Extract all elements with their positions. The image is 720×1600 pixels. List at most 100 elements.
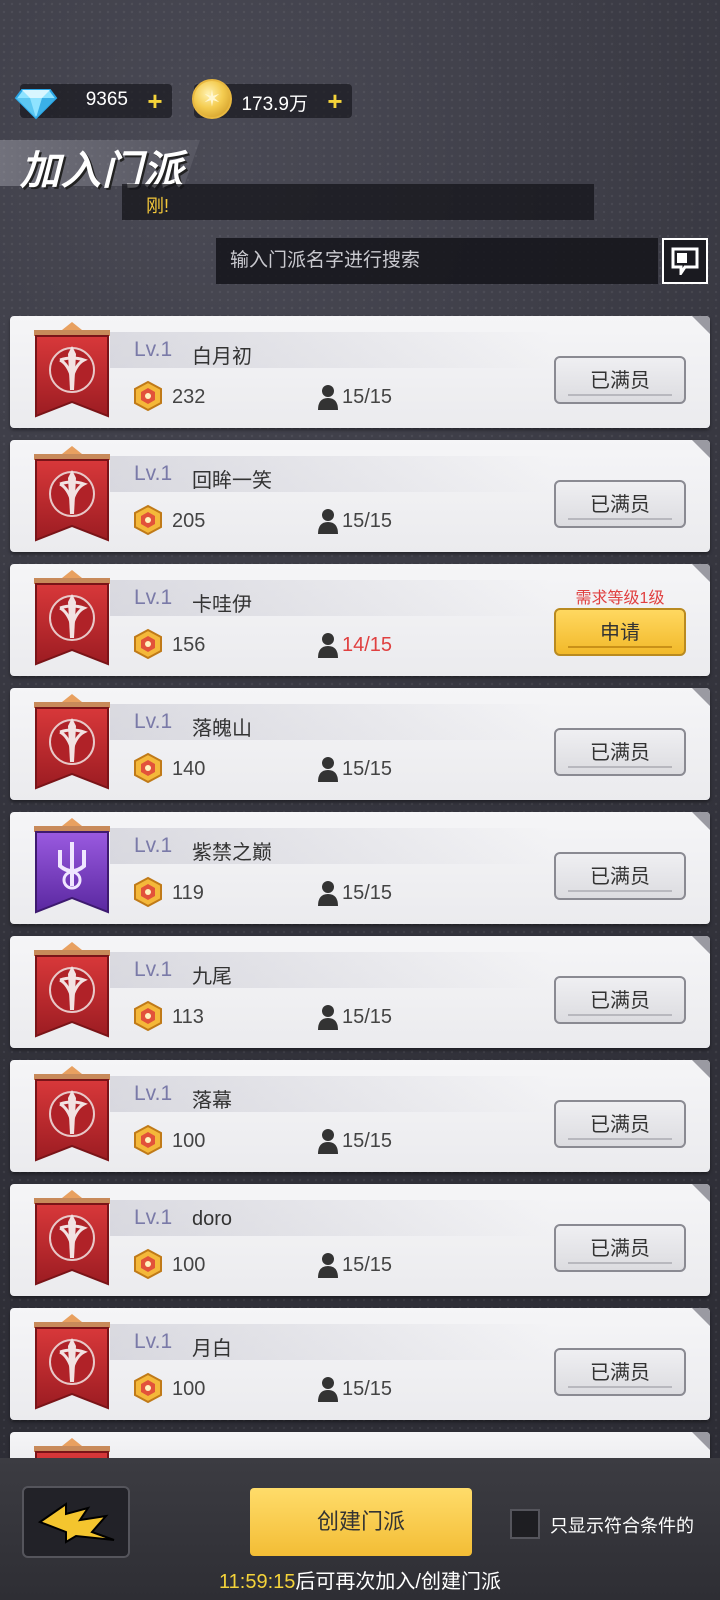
back-arrow-icon xyxy=(37,1502,115,1544)
guild-level: Lv.1 xyxy=(134,710,173,733)
filter-checkbox[interactable] xyxy=(510,1509,540,1539)
guild-row[interactable]: Lv.1 回眸一笑 205 15/15 已满员 xyxy=(10,440,710,552)
search-input[interactable] xyxy=(216,238,658,284)
name-strip xyxy=(110,332,550,368)
guild-name: 落幕 xyxy=(192,1090,232,1112)
guild-members: 15/15 xyxy=(342,1130,393,1152)
guild-score: 119 xyxy=(172,882,204,904)
gem-counter: 9365 + xyxy=(14,84,172,120)
full-button[interactable]: 已满员 xyxy=(554,480,686,528)
honor-badge-icon xyxy=(134,1372,162,1404)
member-icon xyxy=(318,509,338,534)
gem-amount: 9365 xyxy=(85,89,128,110)
member-icon xyxy=(318,1005,338,1030)
member-icon xyxy=(318,881,338,906)
name-strip xyxy=(110,1324,550,1360)
guild-name: 落魄山 xyxy=(192,718,252,740)
diamond-icon xyxy=(14,89,58,120)
honor-badge-icon xyxy=(134,1124,162,1156)
apply-button[interactable]: 申请 xyxy=(554,608,686,656)
honor-badge-icon xyxy=(134,752,162,784)
guild-score: 100 xyxy=(172,1378,206,1400)
full-button[interactable]: 已满员 xyxy=(554,976,686,1024)
level-requirement: 需求等级1级 xyxy=(575,590,665,607)
guild-members: 15/15 xyxy=(342,882,393,904)
page-subtitle: 刚! xyxy=(146,196,170,216)
member-icon xyxy=(318,1253,338,1278)
red-sword-banner-icon xyxy=(34,1066,110,1162)
guild-members: 15/15 xyxy=(342,1006,393,1028)
guild-name: 白月初 xyxy=(192,346,252,368)
member-icon xyxy=(318,633,338,658)
name-strip xyxy=(110,456,550,492)
guild-score: 113 xyxy=(172,1006,204,1028)
guild-level: Lv.1 xyxy=(134,338,173,361)
guild-name: 回眸一笑 xyxy=(192,470,272,492)
guild-score: 100 xyxy=(172,1130,206,1152)
red-sword-banner-icon xyxy=(34,1190,110,1286)
name-strip xyxy=(110,580,550,616)
guild-row[interactable]: Lv.1 九尾 113 15/15 已满员 xyxy=(10,936,710,1048)
guild-row[interactable]: Lv.1 白月初 232 15/15 已满员 xyxy=(10,316,710,428)
guild-score: 140 xyxy=(172,758,206,780)
create-guild-button[interactable]: 创建门派 xyxy=(250,1488,472,1556)
name-strip xyxy=(110,952,550,988)
purple-trident-banner-icon xyxy=(34,818,110,914)
guild-row[interactable]: Lv.1 doro 100 15/15 已满员 xyxy=(10,1184,710,1296)
name-strip xyxy=(110,1200,550,1236)
member-icon xyxy=(318,1377,338,1402)
add-gems-button[interactable]: + xyxy=(144,88,166,114)
red-sword-banner-icon xyxy=(34,694,110,790)
subtitle-bar xyxy=(122,184,594,220)
guild-row[interactable]: Lv.1 卡哇伊 156 14/15 需求等级1级 申请 xyxy=(10,564,710,676)
guild-members: 15/15 xyxy=(342,758,393,780)
guild-members: 15/15 xyxy=(342,1254,393,1276)
guild-level: Lv.1 xyxy=(134,1330,173,1353)
honor-badge-icon xyxy=(134,628,162,660)
guild-members: 15/15 xyxy=(342,510,393,532)
full-button[interactable]: 已满员 xyxy=(554,1100,686,1148)
add-coins-button[interactable]: + xyxy=(324,88,346,114)
search-button[interactable] xyxy=(662,238,708,284)
guild-name: 九尾 xyxy=(192,966,232,988)
guild-row[interactable]: Lv.1 落魄山 140 15/15 已满员 xyxy=(10,688,710,800)
guild-score: 156 xyxy=(172,634,206,656)
back-button[interactable] xyxy=(22,1486,130,1558)
cooldown-timer: 11:59:15 xyxy=(219,1571,296,1593)
red-sword-banner-icon xyxy=(34,942,110,1038)
name-strip xyxy=(110,704,550,740)
red-sword-banner-icon xyxy=(34,1314,110,1410)
guild-row[interactable]: Lv.1 落幕 100 15/15 已满员 xyxy=(10,1060,710,1172)
red-sword-banner-icon xyxy=(34,570,110,666)
honor-badge-icon xyxy=(134,1248,162,1280)
guild-level: Lv.1 xyxy=(134,1082,173,1105)
guild-row[interactable]: Lv.1 月白 100 15/15 已满员 xyxy=(10,1308,710,1420)
name-strip xyxy=(110,828,550,864)
guild-level: Lv.1 xyxy=(134,958,173,981)
full-button[interactable]: 已满员 xyxy=(554,356,686,404)
name-strip xyxy=(110,1076,550,1112)
search-frame-icon xyxy=(671,247,699,275)
red-sword-banner-icon xyxy=(34,322,110,418)
guild-name: doro xyxy=(192,1208,233,1230)
guild-row[interactable]: Lv.1 紫禁之巅 119 15/15 已满员 xyxy=(10,812,710,924)
full-button[interactable]: 已满员 xyxy=(554,1224,686,1272)
gold-coin-icon xyxy=(192,79,232,119)
honor-badge-icon xyxy=(134,380,162,412)
full-button[interactable]: 已满员 xyxy=(554,852,686,900)
coin-amount: 173.9万 xyxy=(241,94,308,115)
guild-level: Lv.1 xyxy=(134,834,173,857)
guild-members: 15/15 xyxy=(342,386,393,408)
guild-level: Lv.1 xyxy=(134,462,173,485)
coin-counter: 173.9万 + xyxy=(192,79,352,119)
full-button[interactable]: 已满员 xyxy=(554,728,686,776)
honor-badge-icon xyxy=(134,504,162,536)
cooldown-message: 后可再次加入/创建门派 xyxy=(295,1571,501,1593)
guild-name: 紫禁之巅 xyxy=(192,842,272,864)
full-button[interactable]: 已满员 xyxy=(554,1348,686,1396)
filter-label: 只显示符合条件的 xyxy=(550,1516,694,1536)
member-icon xyxy=(318,757,338,782)
guild-members: 14/15 xyxy=(342,634,393,656)
guild-name: 月白 xyxy=(192,1338,232,1360)
honor-badge-icon xyxy=(134,876,162,908)
